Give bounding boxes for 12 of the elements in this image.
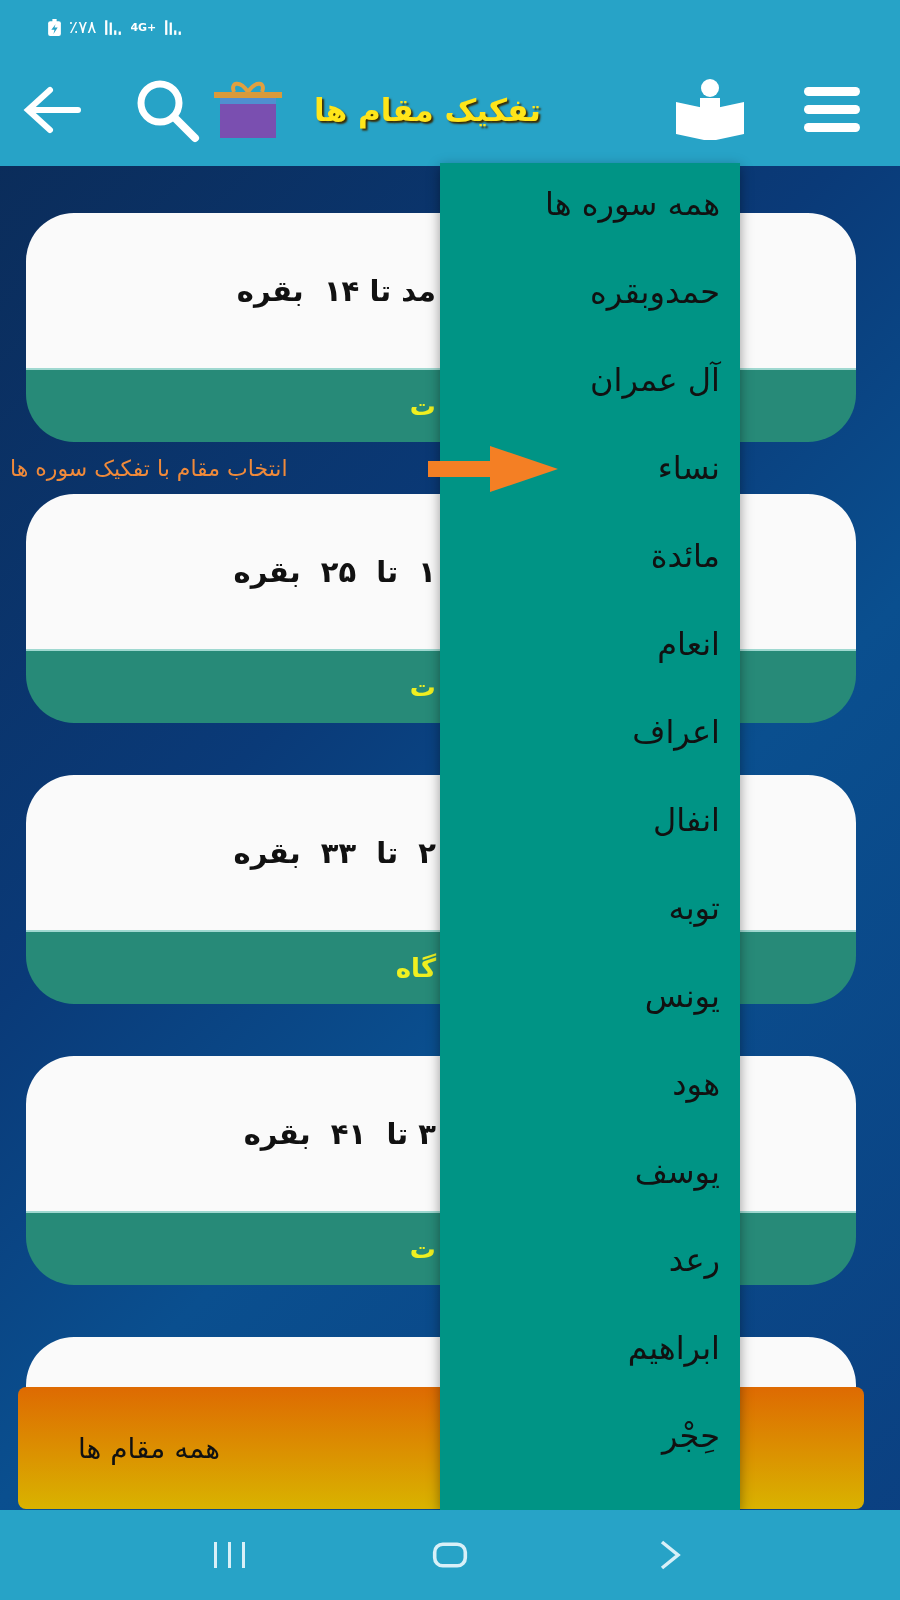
card-title: ۲ تا ۳۳ بقره <box>233 835 436 870</box>
hint-text: انتخاب مقام با تفکیک سوره ها <box>10 455 288 481</box>
card-title: ۱ تا ۲۵ بقره <box>233 554 436 589</box>
battery-level: ٪۷۸ <box>69 17 97 37</box>
card-footer-text: گاه <box>395 953 436 983</box>
network-type: 4G+ <box>130 20 157 34</box>
card-title: ۳ تا ۴۱ بقره <box>243 1116 436 1151</box>
card-title: مد تا ۱۴ بقره <box>236 273 436 308</box>
card-footer-text: ت <box>409 391 436 421</box>
card-footer-text: ت <box>409 672 436 702</box>
card-footer-text: ت <box>409 1234 436 1264</box>
page-title: تفکیک مقام ها <box>314 92 541 128</box>
